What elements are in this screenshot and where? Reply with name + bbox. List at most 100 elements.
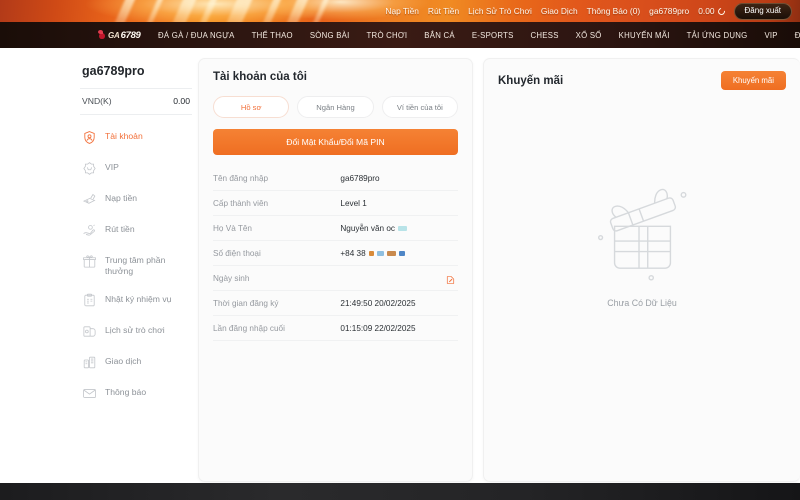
footer-bar	[0, 483, 800, 500]
clipboard-icon	[82, 293, 97, 308]
gift-icon	[82, 254, 97, 269]
redaction-block	[386, 250, 396, 256]
topnav-link-withdraw[interactable]: Rút Tiền	[428, 6, 459, 16]
sidebar-item-game-history[interactable]: Lịch sử trò chơi	[80, 316, 192, 347]
nav-item-chess[interactable]: CHESS	[522, 31, 567, 40]
vip-badge-icon	[82, 161, 97, 176]
site-logo[interactable]: GA 6789	[97, 30, 141, 41]
page-body: ga6789pro VND(K) 0.00 Tài khoản VIP Nạp …	[0, 48, 800, 483]
account-panel: Tài khoản của tôi Hồ sơ Ngân Hàng Ví tiề…	[198, 58, 473, 482]
sidebar-item-reward-center[interactable]: Trung tâm phần thưởng	[80, 246, 192, 285]
nav-item-agent[interactable]: ĐẠI LÝ	[786, 31, 800, 40]
row-key: Cấp thành viên	[213, 198, 269, 208]
sidebar-item-mission-log[interactable]: Nhật ký nhiệm vụ	[80, 285, 192, 316]
sidebar-item-withdraw[interactable]: Rút tiền	[80, 215, 192, 246]
nav-item-sports[interactable]: THỂ THAO	[243, 31, 301, 40]
empty-state-text: Chưa Có Dữ Liệu	[607, 298, 677, 308]
sidebar-item-label: Lịch sử trò chơi	[105, 325, 165, 335]
nav-item-casino[interactable]: SÒNG BÀI	[301, 31, 358, 40]
promotions-panel: Khuyến mãi Khuyến mãi Chưa Có Dữ Liệu	[483, 58, 800, 482]
table-row: Họ Và Tên Nguyễn văn oc	[213, 216, 458, 241]
table-row: Tên đăng nhập ga6789pro	[213, 166, 458, 191]
topnav-link-game-history[interactable]: Lịch Sử Trò Chơi	[468, 6, 532, 16]
nav-item-vip[interactable]: VIP	[756, 31, 786, 40]
topnav-link-notifications[interactable]: Thông Báo (0)	[587, 6, 641, 16]
sidebar-menu: Tài khoản VIP Nạp tiền Rút tiền Trung tâ…	[80, 115, 192, 409]
row-key: Tên đăng nhập	[213, 173, 269, 183]
logout-button[interactable]: Đăng xuất	[733, 2, 792, 20]
nav-item-games[interactable]: TRÒ CHƠI	[358, 31, 416, 40]
topnav-link-transactions[interactable]: Giao Dịch	[541, 6, 578, 16]
sidebar-item-vip[interactable]: VIP	[80, 153, 192, 184]
withdraw-icon	[82, 223, 97, 238]
promotions-button[interactable]: Khuyến mãi	[720, 71, 786, 90]
table-row: Cấp thành viên Level 1	[213, 191, 458, 216]
row-value: Nguyễn văn oc	[340, 223, 396, 233]
top-banner: Nạp Tiền Rút Tiền Lịch Sử Trò Chơi Giao …	[0, 0, 800, 22]
tab-bank[interactable]: Ngân Hàng	[297, 96, 374, 118]
sidebar-currency-label: VND(K)	[82, 96, 112, 106]
sidebar-item-notifications[interactable]: Thông báo	[80, 378, 192, 409]
sidebar-item-label: Tài khoản	[105, 131, 143, 141]
sidebar-item-account[interactable]: Tài khoản	[80, 122, 192, 153]
redaction-block	[398, 225, 408, 231]
redaction-block	[368, 250, 374, 256]
sidebar-item-label: Thông báo	[105, 387, 147, 397]
row-key: Ngày sinh	[213, 273, 250, 283]
change-password-pin-button[interactable]: Đổi Mật Khẩu/Đổi Mã PIN	[213, 129, 458, 155]
nav-item-fishing[interactable]: BẮN CÁ	[416, 31, 464, 40]
row-value-group: +84 38	[340, 248, 405, 258]
logo-prefix: GA	[108, 30, 120, 40]
row-value: ga6789pro	[340, 173, 380, 183]
refresh-icon[interactable]	[716, 6, 726, 16]
redaction-block	[376, 250, 384, 256]
nav-item-download-app[interactable]: TẢI ỨNG DỤNG	[678, 31, 756, 40]
topnav-username: ga6789pro	[649, 6, 690, 16]
row-key: Số điện thoại	[213, 248, 261, 258]
table-row: Số điện thoại +84 38	[213, 241, 458, 266]
sidebar-item-transactions[interactable]: Giao dịch	[80, 347, 192, 378]
account-info-list: Tên đăng nhập ga6789pro Cấp thành viên L…	[213, 166, 458, 341]
nav-item-cockfight[interactable]: ĐÁ GÀ / ĐUA NGỰA	[150, 31, 244, 40]
sidebar-item-label: Nạp tiền	[105, 193, 138, 203]
edit-icon[interactable]	[445, 273, 456, 284]
nav-items: ĐÁ GÀ / ĐUA NGỰA THỂ THAO SÒNG BÀI TRÒ C…	[150, 31, 800, 40]
tab-wallet[interactable]: Ví tiền của tôi	[381, 96, 458, 118]
rooster-icon	[97, 30, 106, 40]
row-value: +84 38	[340, 248, 366, 258]
sidebar-username: ga6789pro	[82, 64, 145, 78]
topnav-balance: 0.00	[698, 6, 726, 16]
sidebar-item-deposit[interactable]: Nạp tiền	[80, 184, 192, 215]
deposit-icon	[82, 192, 97, 207]
main-nav-bar: GA 6789 ĐÁ GÀ / ĐUA NGỰA THỂ THAO SÒNG B…	[0, 22, 800, 48]
table-row: Thời gian đăng ký 21:49:50 20/02/2025	[213, 291, 458, 316]
nav-item-lottery[interactable]: XỔ SỐ	[567, 31, 610, 40]
topnav-link-deposit[interactable]: Nạp Tiền	[385, 6, 419, 16]
mail-icon	[82, 386, 97, 401]
sidebar-currency-value: 0.00	[173, 96, 190, 106]
sidebar-item-label: Rút tiền	[105, 224, 135, 234]
sidebar-item-label: VIP	[105, 162, 119, 172]
row-key: Lần đăng nhập cuối	[213, 323, 285, 333]
sidebar-item-label: Trung tâm phần thưởng	[105, 255, 166, 276]
redaction-block	[398, 250, 405, 256]
sidebar-balance-row: VND(K) 0.00	[80, 88, 192, 115]
table-row: Ngày sinh	[213, 266, 458, 291]
row-value-group: Nguyễn văn oc	[340, 223, 408, 233]
tab-profile[interactable]: Hồ sơ	[213, 96, 290, 118]
nav-item-promotions[interactable]: KHUYẾN MÃI	[610, 31, 678, 40]
row-key: Thời gian đăng ký	[213, 298, 279, 308]
row-value: Level 1	[340, 198, 367, 208]
transaction-icon	[82, 355, 97, 370]
promotions-header: Khuyến mãi Khuyến mãi	[484, 59, 800, 90]
sidebar-item-label: Giao dịch	[105, 356, 142, 366]
account-tabs: Hồ sơ Ngân Hàng Ví tiền của tôi	[199, 83, 472, 118]
row-key: Họ Và Tên	[213, 223, 252, 233]
logo-number: 6789	[120, 29, 141, 41]
top-nav: Nạp Tiền Rút Tiền Lịch Sử Trò Chơi Giao …	[385, 0, 792, 22]
row-value: 01:15:09 22/02/2025	[340, 323, 416, 333]
gift-box-icon	[590, 187, 695, 288]
nav-item-esports[interactable]: E-SPORTS	[463, 31, 522, 40]
topnav-balance-value: 0.00	[698, 6, 715, 16]
user-shield-icon	[82, 130, 97, 145]
